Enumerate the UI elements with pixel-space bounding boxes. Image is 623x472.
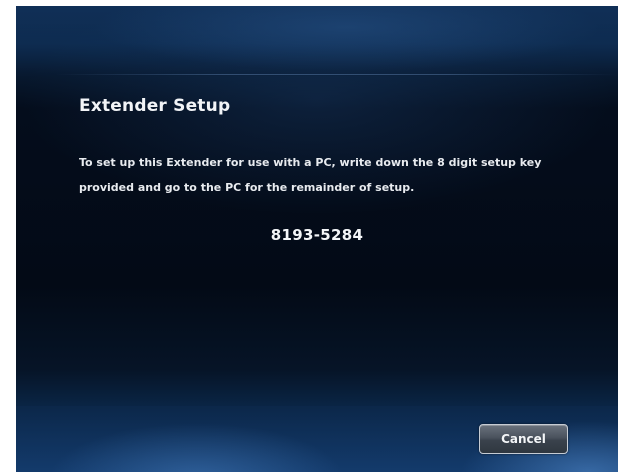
- instructions-text: To set up this Extender for use with a P…: [79, 156, 542, 194]
- header-band: [16, 6, 618, 76]
- setup-key-value: 8193-5284: [270, 226, 364, 244]
- extender-setup-screen: Extender Setup To set up this Extender f…: [16, 6, 618, 472]
- header-divider: [56, 74, 616, 75]
- cancel-button[interactable]: Cancel: [479, 424, 568, 454]
- page-title: Extender Setup: [79, 96, 231, 116]
